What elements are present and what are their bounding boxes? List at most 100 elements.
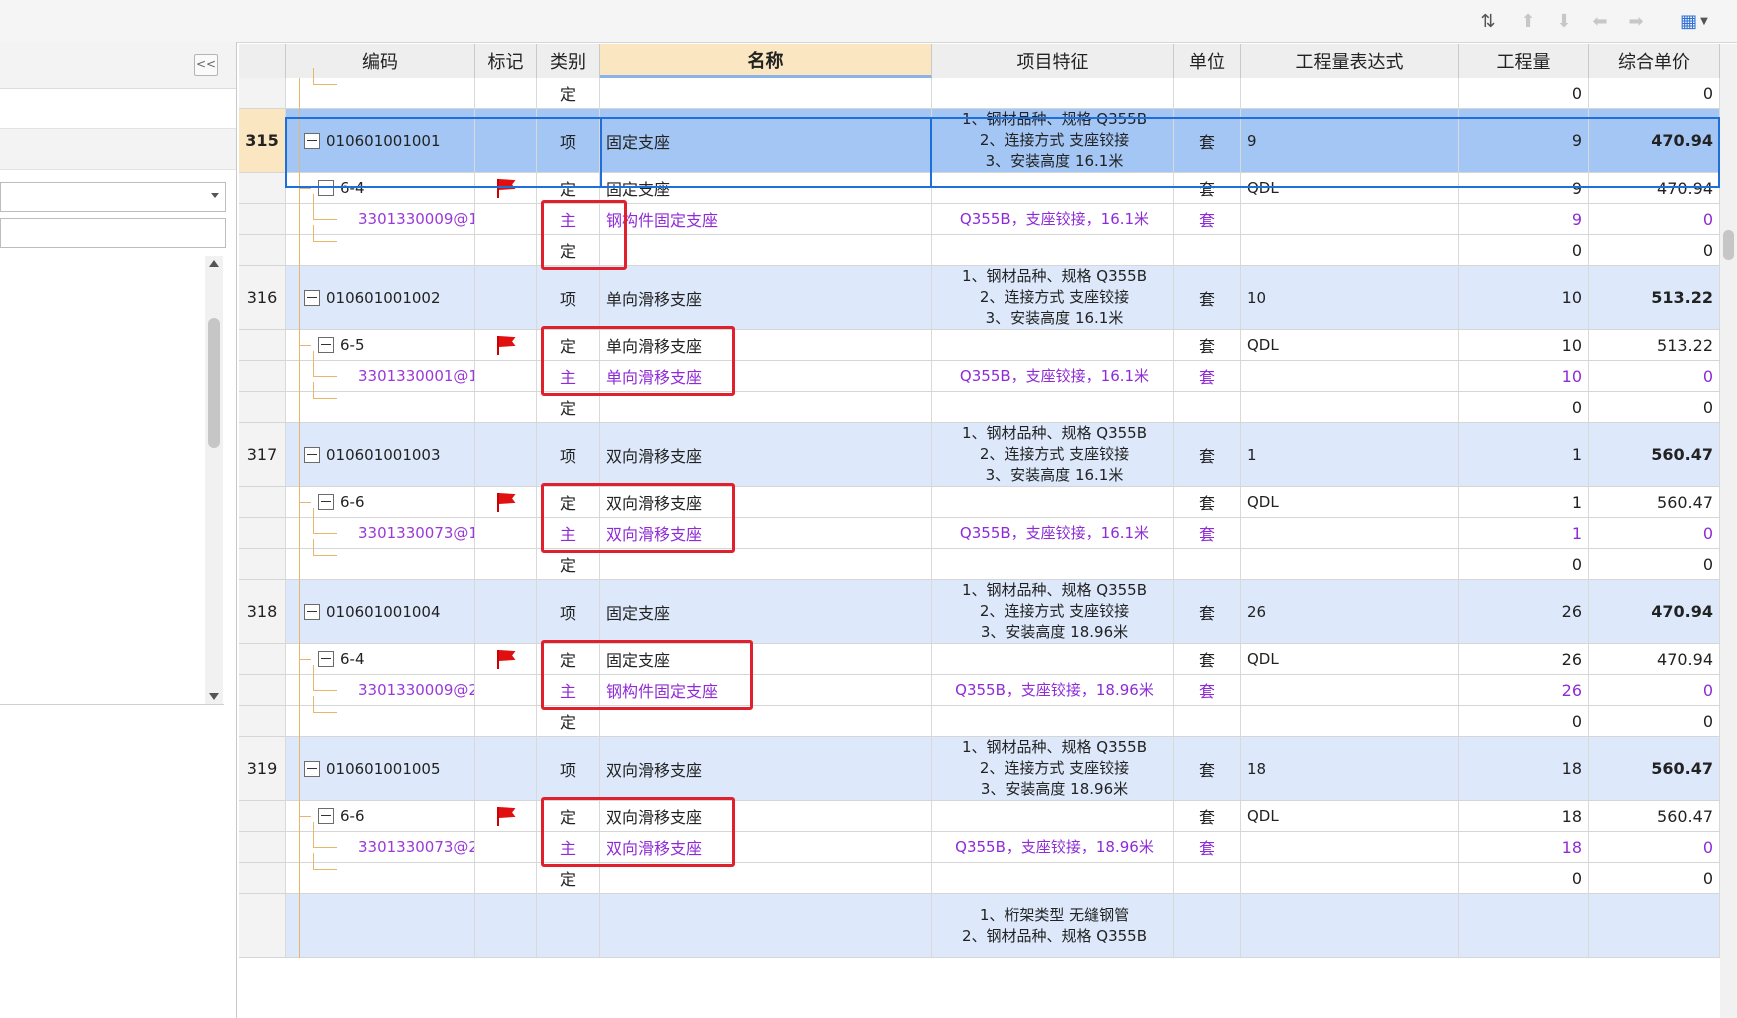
unit-price-cell[interactable]: 0 (1589, 361, 1720, 391)
unit-cell[interactable]: 套 (1174, 423, 1241, 486)
quantity-cell[interactable]: 9 (1459, 173, 1589, 203)
collapse-icon[interactable] (304, 132, 320, 149)
type-cell[interactable]: 定 (537, 863, 600, 893)
quantity-expression-cell[interactable] (1241, 863, 1459, 893)
unit-cell[interactable]: 套 (1174, 644, 1241, 674)
quantity-cell[interactable]: 18 (1459, 737, 1589, 800)
quantity-cell[interactable]: 26 (1459, 675, 1589, 705)
main-material-row[interactable]: 3301330009@1 主钢构件固定支座 Q355B，支座铰接，16.1米 套 9 0 (239, 204, 1720, 235)
unit-price-cell[interactable] (1589, 894, 1720, 957)
code-cell[interactable]: 010601001004 (286, 580, 475, 643)
unit-cell[interactable]: 套 (1174, 518, 1241, 548)
mark-cell[interactable] (475, 235, 537, 265)
feature-cell[interactable] (932, 173, 1174, 203)
quantity-cell[interactable]: 0 (1459, 706, 1589, 736)
quantity-expression-cell[interactable] (1241, 706, 1459, 736)
unit-cell[interactable]: 套 (1174, 173, 1241, 203)
feature-cell[interactable] (932, 392, 1174, 422)
name-cell[interactable]: 双向滑移支座 (600, 423, 932, 486)
sub-row[interactable]: 定 00 (239, 549, 1720, 580)
quantity-cell[interactable]: 26 (1459, 580, 1589, 643)
name-cell[interactable]: 双向滑移支座 (600, 801, 932, 831)
name-cell[interactable]: 固定支座 (600, 580, 932, 643)
type-cell[interactable]: 定 (537, 644, 600, 674)
unit-cell[interactable] (1174, 392, 1241, 422)
scroll-up-icon[interactable] (209, 260, 219, 267)
unit-cell[interactable]: 套 (1174, 109, 1241, 172)
code-cell[interactable] (286, 549, 475, 579)
quantity-cell[interactable]: 0 (1459, 549, 1589, 579)
quantity-expression-cell[interactable] (1241, 78, 1459, 108)
name-cell[interactable]: 钢构件固定支座 (600, 204, 932, 234)
mark-cell[interactable] (475, 737, 537, 800)
main-material-row[interactable]: 3301330009@2 主钢构件固定支座 Q355B，支座铰接，18.96米 套 26… (239, 675, 1720, 706)
quantity-expression-cell[interactable] (1241, 832, 1459, 862)
name-cell[interactable]: 单向滑移支座 (600, 266, 932, 329)
mark-cell[interactable] (475, 832, 537, 862)
code-cell[interactable]: 010601001001 (286, 109, 475, 172)
name-cell[interactable]: 单向滑移支座 (600, 361, 932, 391)
type-cell[interactable]: 定 (537, 549, 600, 579)
type-cell[interactable]: 定 (537, 235, 600, 265)
quantity-cell[interactable]: 18 (1459, 832, 1589, 862)
feature-cell[interactable]: Q355B，支座铰接，16.1米 (932, 518, 1174, 548)
feature-cell[interactable]: Q355B，支座铰接，18.96米 (932, 832, 1174, 862)
mark-cell[interactable] (475, 549, 537, 579)
name-cell[interactable]: 固定支座 (600, 644, 932, 674)
name-cell[interactable] (600, 549, 932, 579)
type-cell[interactable]: 项 (537, 423, 600, 486)
type-cell[interactable]: 项 (537, 266, 600, 329)
feature-cell[interactable]: Q355B，支座铰接，18.96米 (932, 675, 1174, 705)
unit-cell[interactable]: 套 (1174, 361, 1241, 391)
type-cell[interactable]: 定 (537, 487, 600, 517)
bill-item-row[interactable]: 316 010601001002 项单向滑移支座 1、钢材品种、规格 Q355B 2、连… (239, 266, 1720, 330)
collapse-icon[interactable] (304, 603, 320, 620)
grid-scroll-thumb[interactable] (1723, 230, 1734, 260)
unit-cell[interactable]: 套 (1174, 204, 1241, 234)
filter-dropdown[interactable] (0, 182, 226, 212)
feature-cell[interactable]: 1、钢材品种、规格 Q355B 2、连接方式 支座铰接 3、安装高度 18.96米 (932, 737, 1174, 800)
quantity-cell[interactable]: 0 (1459, 392, 1589, 422)
unit-price-cell[interactable]: 513.22 (1589, 266, 1720, 329)
quantity-expression-cell[interactable]: 18 (1241, 737, 1459, 800)
unit-cell[interactable] (1174, 706, 1241, 736)
move-right-icon[interactable]: ➡ (1624, 9, 1648, 33)
code-cell[interactable]: 6-6 (286, 487, 475, 517)
feature-cell[interactable] (932, 706, 1174, 736)
quantity-expression-cell[interactable]: QDL (1241, 330, 1459, 360)
name-cell[interactable] (600, 894, 932, 957)
column-header-code[interactable]: 编码 (286, 44, 475, 78)
sub-row[interactable]: 定 00 (239, 706, 1720, 737)
quantity-expression-cell[interactable]: 9 (1241, 109, 1459, 172)
name-cell[interactable] (600, 235, 932, 265)
quantity-expression-cell[interactable]: 26 (1241, 580, 1459, 643)
quantity-cell[interactable]: 0 (1459, 78, 1589, 108)
quantity-cell[interactable]: 9 (1459, 109, 1589, 172)
unit-price-cell[interactable]: 0 (1589, 392, 1720, 422)
quantity-expression-cell[interactable] (1241, 518, 1459, 548)
quantity-expression-cell[interactable] (1241, 235, 1459, 265)
unit-cell[interactable]: 套 (1174, 801, 1241, 831)
mark-cell[interactable] (475, 78, 537, 108)
mark-cell[interactable] (475, 863, 537, 893)
feature-cell[interactable] (932, 487, 1174, 517)
quantity-cell[interactable]: 10 (1459, 266, 1589, 329)
unit-price-cell[interactable]: 513.22 (1589, 330, 1720, 360)
unit-price-cell[interactable]: 0 (1589, 235, 1720, 265)
quantity-cell[interactable]: 18 (1459, 801, 1589, 831)
feature-cell[interactable]: Q355B，支座铰接，16.1米 (932, 361, 1174, 391)
code-cell[interactable]: 010601001002 (286, 266, 475, 329)
mark-cell[interactable] (475, 423, 537, 486)
name-cell[interactable]: 双向滑移支座 (600, 737, 932, 800)
quantity-expression-cell[interactable]: 10 (1241, 266, 1459, 329)
code-cell[interactable] (286, 235, 475, 265)
name-cell[interactable]: 双向滑移支座 (600, 487, 932, 517)
column-header-feature[interactable]: 项目特征 (932, 44, 1174, 78)
column-header-mark[interactable]: 标记 (475, 44, 537, 78)
unit-cell[interactable] (1174, 549, 1241, 579)
feature-cell[interactable] (932, 549, 1174, 579)
collapse-icon[interactable] (318, 808, 334, 824)
quota-row[interactable]: 6-4 定固定支座 套 QDL 26 470.94 (239, 644, 1720, 675)
type-cell[interactable]: 主 (537, 361, 600, 391)
code-cell[interactable] (286, 78, 475, 108)
